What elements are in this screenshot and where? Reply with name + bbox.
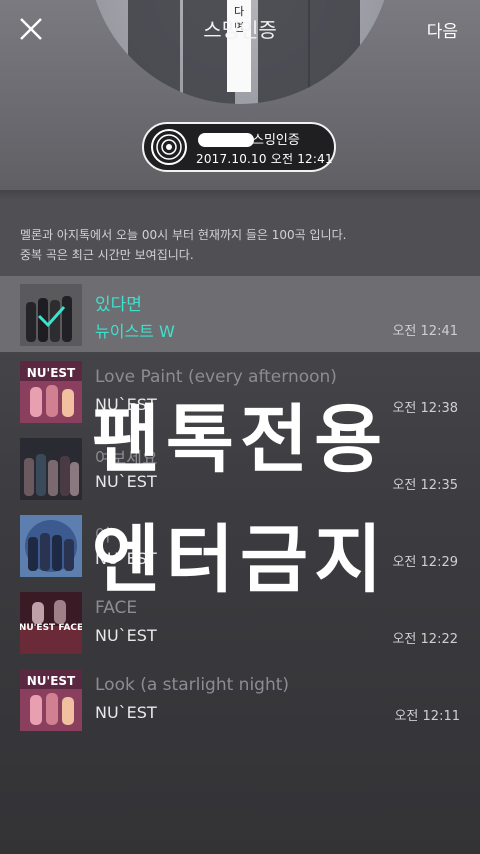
selected-overlay <box>20 284 82 346</box>
song-artist: NU`EST <box>95 549 157 568</box>
next-button[interactable]: 다음 <box>427 17 458 42</box>
check-icon <box>37 306 66 328</box>
song-title: Love Paint (every afternoon) <box>95 367 337 387</box>
song-artist: NU`EST <box>95 703 157 722</box>
song-time: 오전 12:38 <box>392 401 458 416</box>
streaming-badge: 스밍인증 2017.10.10 오전 12:41 <box>142 122 336 172</box>
song-row[interactable]: NU'EST Love Paint (every afternoon) NU`E… <box>0 353 480 429</box>
close-icon <box>20 18 42 40</box>
badge-label: 스밍인증 <box>252 133 300 148</box>
song-time: 오전 12:22 <box>392 632 458 647</box>
song-row[interactable]: NU'EST FACE FACE NU`EST 오전 12:22 <box>0 584 480 660</box>
badge-datetime: 2017.10.10 오전 12:41 <box>196 152 333 166</box>
album-thumbnail <box>20 284 82 346</box>
page-title: 스밍인증 <box>203 18 277 42</box>
svg-text:NU'EST: NU'EST <box>27 674 76 688</box>
svg-text:NU'EST FACE: NU'EST FACE <box>20 623 82 633</box>
svg-text:NU'EST: NU'EST <box>27 366 76 380</box>
song-artist: NU`EST <box>95 395 157 414</box>
song-artist: NU`EST <box>95 626 157 645</box>
song-artist: NU`EST <box>95 472 157 491</box>
song-row[interactable]: 여보세요 NU`EST 오전 12:35 <box>0 430 480 506</box>
song-title: 여보세요 <box>95 449 158 469</box>
song-time: 오전 12:11 <box>394 709 460 724</box>
sheet-top-edge <box>0 190 480 200</box>
notice: 멜론과 아지톡에서 오늘 00시 부터 현재까지 들은 100곡 입니다. 중복… <box>0 190 480 278</box>
song-row[interactable]: 있다면 뉴이스트 W 오전 12:41 <box>0 276 480 352</box>
album-thumbnail <box>20 438 82 500</box>
song-title: FACE <box>95 598 138 618</box>
disc-icon <box>151 129 187 165</box>
song-title: 여 <box>95 526 111 546</box>
notice-line: 중복 곡은 최근 시간만 보여집니다. <box>20 248 194 262</box>
redacted-name <box>198 133 254 147</box>
album-thumbnail: NU'EST FACE <box>20 592 82 654</box>
album-thumbnail <box>20 515 82 577</box>
close-button[interactable] <box>16 14 46 44</box>
song-time: 오전 12:41 <box>392 324 458 339</box>
song-title: 있다면 <box>95 295 142 315</box>
notice-line: 멜론과 아지톡에서 오늘 00시 부터 현재까지 들은 100곡 입니다. <box>20 228 347 242</box>
song-artist: 뉴이스트 W <box>95 322 175 341</box>
album-thumbnail: NU'EST <box>20 669 82 731</box>
header: 스밍인증 다음 <box>0 0 480 56</box>
album-thumbnail: NU'EST <box>20 361 82 423</box>
song-time: 오전 12:29 <box>392 555 458 570</box>
song-row[interactable]: NU'EST Look (a starlight night) NU`EST 오… <box>0 661 480 737</box>
song-row[interactable]: 여 NU`EST 오전 12:29 <box>0 507 480 583</box>
song-time: 오전 12:35 <box>392 478 458 493</box>
song-title: Look (a starlight night) <box>95 675 290 695</box>
